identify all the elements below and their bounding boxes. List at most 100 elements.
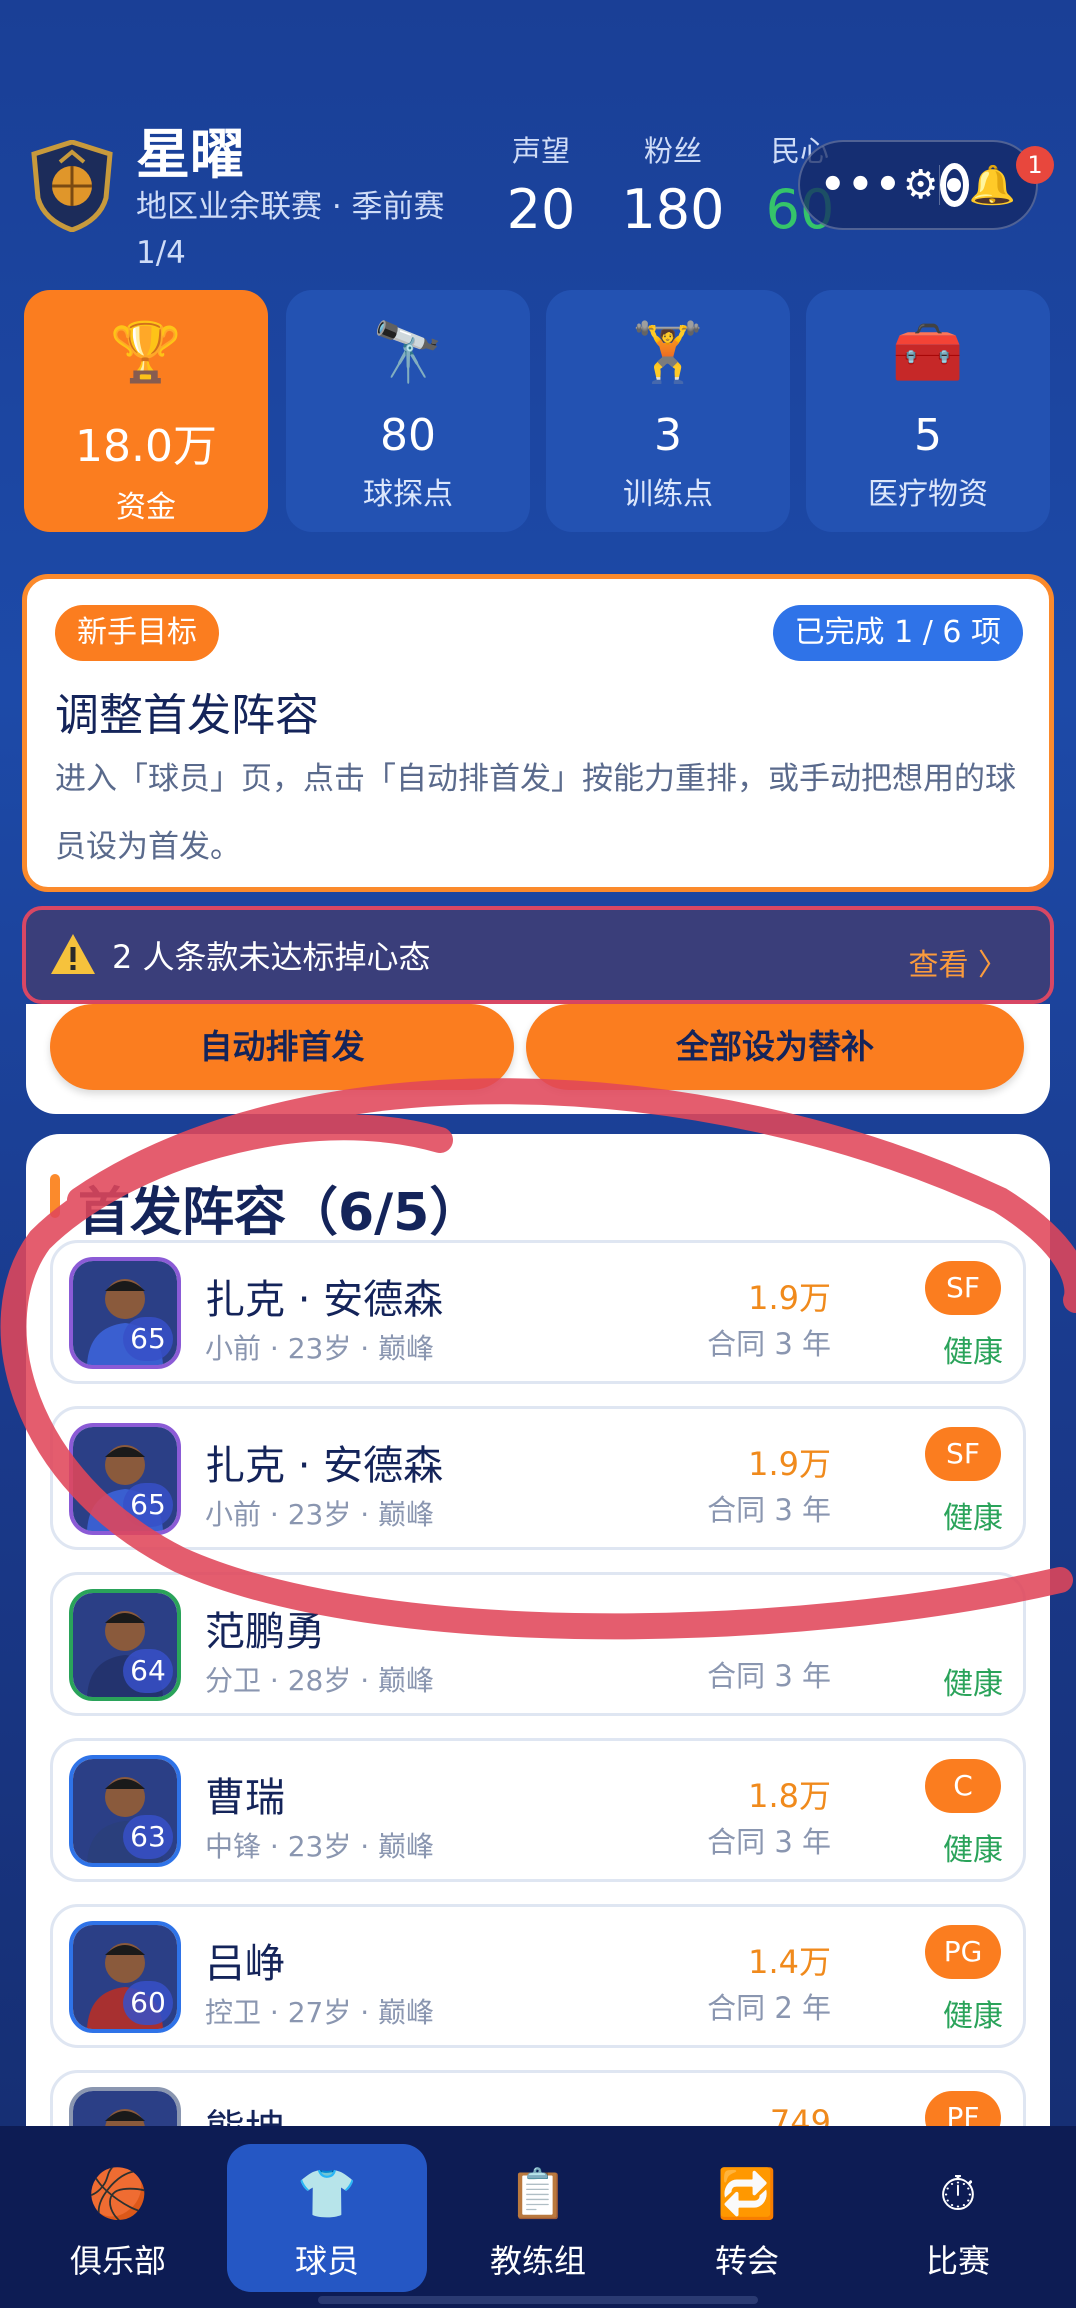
player-contract: 合同 2 年 [707,1991,831,2025]
player-name: 吕峥 [205,1941,285,1987]
miniprogram-capsule[interactable]: ••• ⚙ 🔔 [798,140,1038,230]
resource-label: 医疗物资 [868,477,988,512]
player-row[interactable]: 60 吕峥 控卫 · 27岁 · 巅峰 1.4万 合同 2 年 PG 健康 [50,1904,1026,2048]
goal-progress-badge: 已完成 1 / 6 项 [772,605,1023,661]
player-contract: 合同 3 年 [707,1327,831,1361]
more-icon[interactable]: ••• [820,162,903,208]
player-name: 曹瑞 [205,1775,285,1821]
nav-label: 转会 [714,2242,779,2280]
resource-value: 18.0万 [75,421,217,472]
stat-label: 粉丝 [643,134,702,168]
club-name: 星曜 [136,123,244,186]
stat-value: 180 [621,178,725,241]
goal-description: 进入「球员」页，点击「自动排首发」按能力重排，或手动把想用的球员设为首发。 [55,761,1016,865]
jersey-icon: 👕 [297,2166,357,2222]
club-badge-icon [30,139,114,233]
health-status: 健康 [943,1667,1003,1702]
starting-lineup-panel: 首发阵容（6/5） 65 扎克 · 安德森 小前 · 23岁 · 巅峰 1.9万… [26,1134,1050,2134]
player-salary: 1.8万 [748,1777,831,1815]
coach-icon: 📋 [508,2166,568,2222]
player-meta: 中锋 · 23岁 · 巅峰 [205,1830,435,1863]
overall-rating: 60 [123,1981,173,2025]
nav-players[interactable]: 👕 球员 [227,2144,427,2292]
player-avatar: 65 [69,1257,181,1369]
contract-warning-bar[interactable]: 2 人条款未达标掉心态 查看 〉 [22,906,1054,1004]
league-info: 地区业余联赛 · 季前赛 1/4 [136,189,445,271]
player-meta: 小前 · 23岁 · 巅峰 [205,1332,435,1365]
player-contract: 合同 3 年 [707,1825,831,1859]
player-avatar: 65 [69,1423,181,1535]
player-row[interactable]: 65 扎克 · 安德森 小前 · 23岁 · 巅峰 1.9万 合同 3 年 SF… [50,1240,1026,1384]
player-row[interactable]: 熊坤 749 PF [50,2070,1026,2134]
player-avatar: 64 [69,1589,181,1701]
medkit-icon: 🧰 [891,318,965,386]
stat-fans: 粉丝 180 [618,128,728,241]
position-badge: SF [925,1427,1001,1481]
home-indicator [318,2296,758,2304]
lineup-actions-card: 自动排首发 全部设为替补 [26,1004,1050,1114]
nav-coaches[interactable]: 📋 教练组 [438,2144,638,2292]
stat-reputation: 声望 20 [496,128,586,241]
view-link[interactable]: 查看 〉 [908,940,1008,984]
player-salary: 1.9万 [748,1445,831,1483]
player-salary: 1.9万 [748,1279,831,1317]
settings-gear-icon[interactable]: ⚙ [903,162,939,208]
player-row[interactable]: 64 范鹏勇 分卫 · 28岁 · 巅峰 合同 3 年 健康 [50,1572,1026,1716]
position-badge: PG [925,1925,1001,1979]
player-name: 扎克 · 安德森 [205,1443,444,1489]
binoculars-icon: 🔭 [371,318,445,386]
player-meta: 控卫 · 27岁 · 巅峰 [205,1996,435,2029]
auto-lineup-button[interactable]: 自动排首发 [50,1004,514,1090]
overall-rating: 64 [123,1649,173,1693]
warning-icon [48,930,98,980]
nav-label: 球员 [294,2242,359,2280]
resource-value: 5 [914,410,942,461]
nav-match[interactable]: ⏱ 比赛 [858,2144,1058,2292]
bell-icon[interactable]: 🔔 [969,163,1016,208]
player-avatar: 63 [69,1755,181,1867]
player-avatar: 60 [69,1921,181,2033]
resource-value: 80 [380,410,436,461]
overall-rating: 65 [123,1317,173,1361]
player-contract: 合同 3 年 [707,1659,831,1693]
newbie-goal-card[interactable]: 新手目标 已完成 1 / 6 项 调整首发阵容 进入「球员」页，点击「自动排首发… [22,574,1054,892]
all-bench-button[interactable]: 全部设为替补 [526,1004,1024,1090]
nav-transfer[interactable]: 🔁 转会 [647,2144,847,2292]
resource-label: 球探点 [363,477,453,512]
scoreboard-icon: ⏱ [939,2166,977,2222]
dumbbell-icon: 🏋 [631,318,705,386]
player-contract: 合同 3 年 [707,1493,831,1527]
title-accent [50,1174,60,1218]
resource-label: 资金 [116,490,176,525]
stat-value: 20 [506,178,576,241]
resource-value: 3 [654,410,682,461]
trophy-icon: 🏆 [109,318,183,386]
nav-label: 俱乐部 [69,2242,166,2280]
close-miniprogram-icon[interactable] [939,163,969,207]
bottom-nav: 🏀 俱乐部 👕 球员 📋 教练组 🔁 转会 ⏱ 比赛 [0,2126,1076,2308]
overall-rating: 63 [123,1815,173,1859]
goal-title: 调整首发阵容 [55,690,319,741]
resource-funds[interactable]: 🏆 18.0万 资金 [24,290,268,532]
resource-label: 训练点 [623,477,713,512]
warning-text: 2 人条款未达标掉心态 [112,938,431,976]
health-status: 健康 [943,1999,1003,2034]
player-meta: 小前 · 23岁 · 巅峰 [205,1498,435,1531]
nav-label: 教练组 [489,2242,586,2280]
notification-badge: 1 [1016,146,1054,184]
player-row[interactable]: 65 扎克 · 安德森 小前 · 23岁 · 巅峰 1.9万 合同 3 年 SF… [50,1406,1026,1550]
resource-scout-points[interactable]: 🔭 80 球探点 [286,290,530,532]
player-row[interactable]: 63 曹瑞 中锋 · 23岁 · 巅峰 1.8万 合同 3 年 C 健康 [50,1738,1026,1882]
overall-rating: 65 [123,1483,173,1527]
lineup-title: 首发阵容（6/5） [78,1183,482,1243]
health-status: 健康 [943,1335,1003,1370]
nav-label: 比赛 [925,2242,990,2280]
nav-club[interactable]: 🏀 俱乐部 [18,2144,218,2292]
stat-label: 声望 [511,134,570,168]
player-name: 范鹏勇 [205,1609,325,1655]
position-badge: SF [925,1261,1001,1315]
player-salary: 1.4万 [748,1943,831,1981]
resource-training-points[interactable]: 🏋 3 训练点 [546,290,790,532]
club-icon: 🏀 [88,2166,148,2222]
resource-medical-supplies[interactable]: 🧰 5 医疗物资 [806,290,1050,532]
